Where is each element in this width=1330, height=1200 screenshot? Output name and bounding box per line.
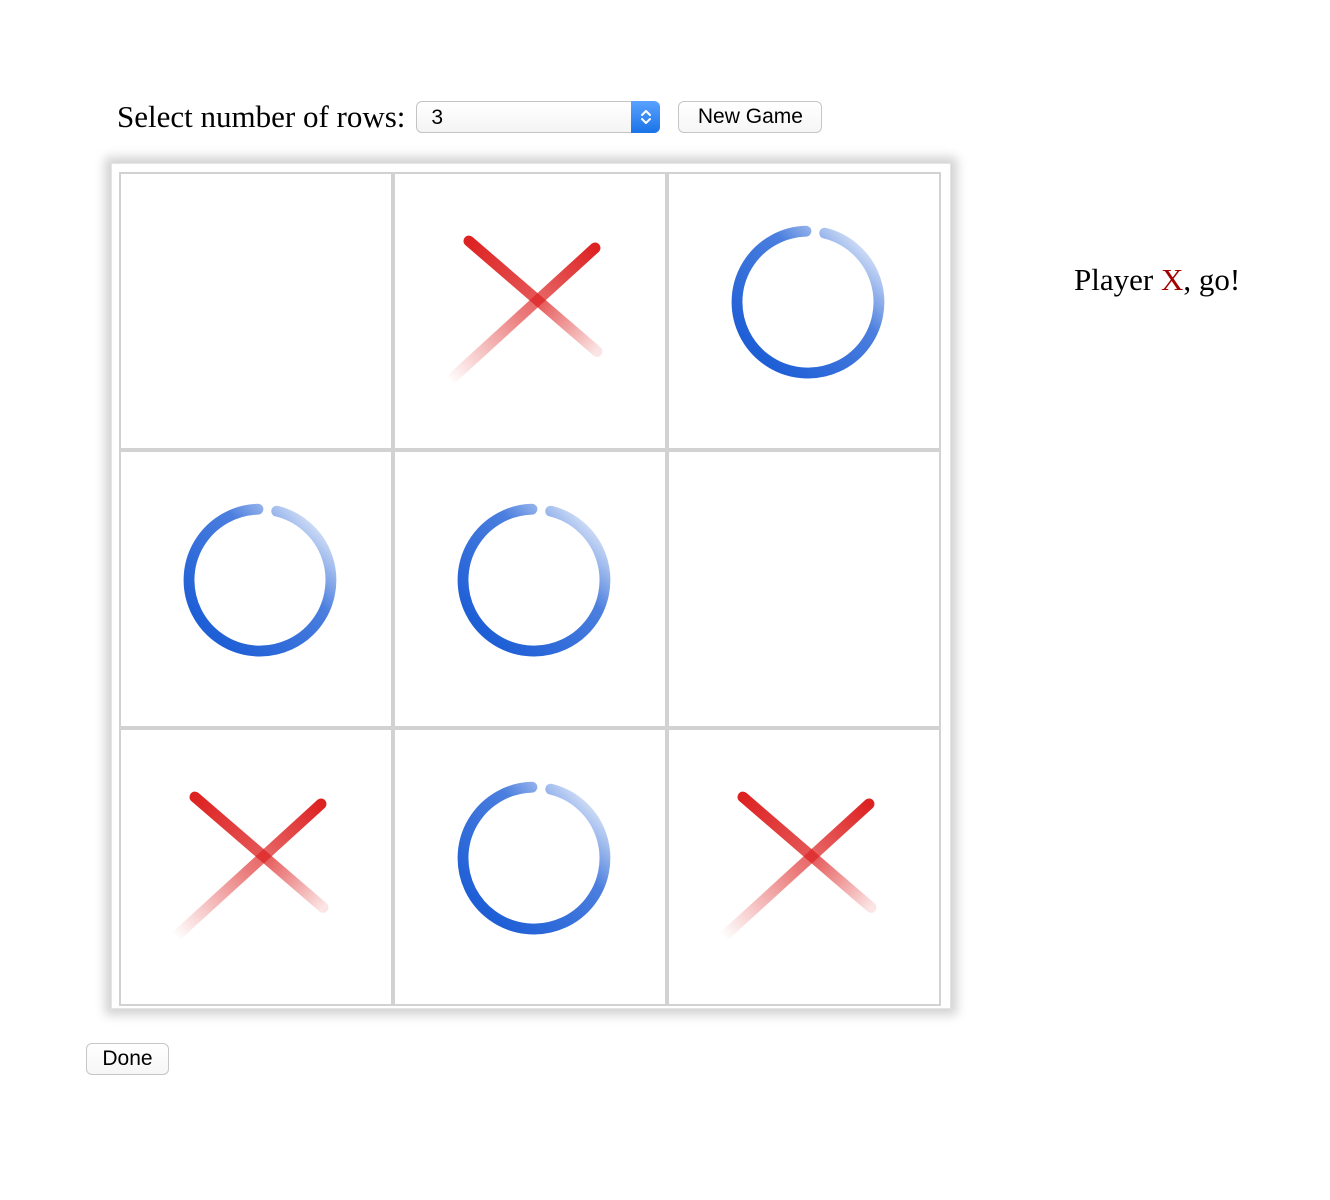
x-mark-icon: [443, 235, 603, 387]
x-mark-icon: [717, 791, 877, 943]
rows-select-label: Select number of rows:: [117, 99, 406, 134]
current-player: X: [1160, 262, 1184, 297]
board-cell-1-3[interactable]: [667, 172, 941, 450]
o-mark-icon: [183, 503, 337, 657]
board-cell-2-1[interactable]: [119, 450, 393, 728]
o-mark-icon: [457, 503, 611, 657]
x-mark-icon: [169, 791, 329, 943]
chevron-updown-icon: [631, 101, 661, 133]
rows-select-value: 3: [431, 106, 444, 129]
o-mark-icon: [457, 781, 611, 935]
board-cell-3-2[interactable]: [393, 728, 667, 1006]
board-cell-2-2[interactable]: [393, 450, 667, 728]
board-grid: [117, 169, 945, 1006]
rows-select[interactable]: 3: [416, 101, 661, 133]
done-button[interactable]: Done: [86, 1043, 169, 1075]
turn-status: Player X, go!: [1074, 262, 1240, 298]
board-cell-2-3[interactable]: [667, 450, 941, 728]
new-game-button[interactable]: New Game: [678, 101, 823, 133]
board-cell-3-1[interactable]: [119, 728, 393, 1006]
board-cell-1-1[interactable]: [119, 172, 393, 450]
status-prefix: Player: [1074, 262, 1161, 297]
game-board: [112, 164, 950, 1008]
o-mark-icon: [731, 225, 885, 379]
status-suffix: , go!: [1183, 262, 1241, 297]
board-cell-1-2[interactable]: [393, 172, 667, 450]
board-cell-3-3[interactable]: [667, 728, 941, 1006]
game-controls: Select number of rows: 3 New Game: [117, 98, 823, 136]
